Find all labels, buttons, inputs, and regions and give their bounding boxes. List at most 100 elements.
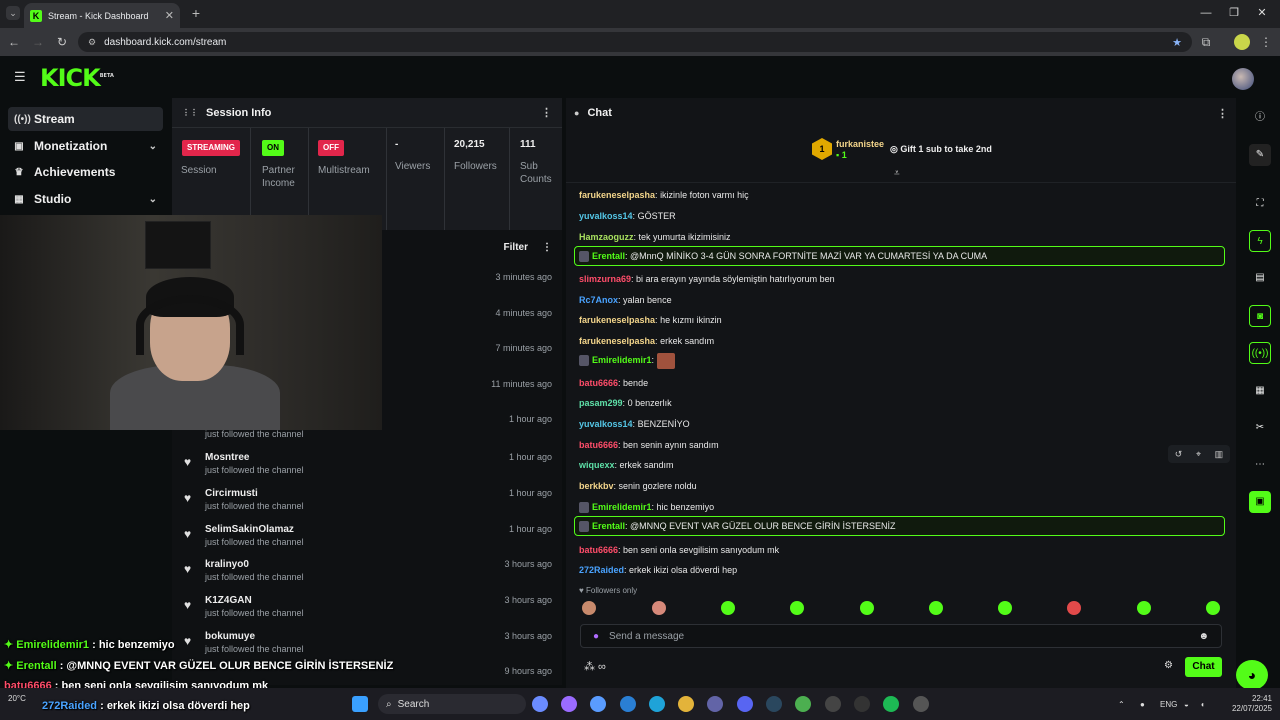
chrome-icon[interactable] (795, 696, 811, 712)
edge-icon[interactable] (649, 696, 665, 712)
chat-username[interactable]: farukeneselpasha (579, 190, 655, 200)
chat-message[interactable]: Erentall: @MNNQ EVENT VAR GÜZEL OLUR BEN… (574, 516, 1225, 536)
pinned-user[interactable]: furkanistee (836, 139, 884, 149)
edit-pencil-icon[interactable]: ✎ (1249, 144, 1271, 166)
chat-message[interactable]: slimzurna69: bi ara erayın yayında söyle… (579, 270, 1224, 288)
feed-row[interactable]: ♥ K1Z4GAN just followed the channel 3 ho… (184, 593, 554, 627)
clock[interactable]: 22:41 22/07/2025 (1226, 694, 1272, 714)
chat-username[interactable]: batu6666 (579, 378, 618, 388)
browser-tab[interactable]: K Stream - Kick Dashboard ✕ (24, 3, 180, 28)
info-icon[interactable]: ⓘ (1249, 107, 1271, 129)
reply-icon[interactable]: ↺ (1175, 449, 1183, 460)
weather-widget[interactable]: 20°C (8, 694, 42, 714)
url-field[interactable]: ⚙ dashboard.kick.com/stream ★ (78, 32, 1192, 52)
discord-icon[interactable] (737, 696, 753, 712)
forward-icon[interactable]: → (30, 34, 46, 50)
chat-username[interactable]: berkkbv (579, 481, 614, 491)
chat-username[interactable]: batu6666 (579, 545, 618, 555)
emote-button[interactable] (1206, 601, 1220, 615)
clapper-icon[interactable]: ▣ (1249, 491, 1271, 513)
chat-username[interactable]: Erentall (592, 521, 625, 531)
teams-icon[interactable] (707, 696, 723, 712)
feed-row[interactable]: ♥ Mosntree just followed the channel 1 h… (184, 450, 554, 484)
user-avatar[interactable] (1232, 68, 1254, 90)
chat-message[interactable]: farukeneselpasha: ikizinle foton varmı h… (579, 186, 1224, 204)
site-info-icon[interactable]: ⚙ (88, 37, 96, 48)
nav-item-monetization[interactable]: ▣ Monetization ⌄ (8, 134, 163, 158)
chat-input-field[interactable]: ● Send a message ☻ (580, 624, 1222, 648)
close-window-icon[interactable]: ✕ (1250, 5, 1274, 21)
tray-chevron-icon[interactable]: ⌃ (1118, 700, 1125, 709)
spotify-icon[interactable] (883, 696, 899, 712)
chat-settings-loop-icon[interactable]: ⁂ ∞ (584, 660, 606, 673)
lightning-icon[interactable]: ϟ (1249, 230, 1271, 252)
new-tab-icon[interactable]: + (188, 5, 204, 21)
chat-message[interactable]: Emirelidemir1: hic benzemiyo (579, 498, 1224, 516)
chat-message[interactable]: Rc7Anox: yalan bence (579, 291, 1224, 309)
collapse-pinned-icon[interactable]: ⩡ (894, 168, 900, 179)
settings-gear-icon[interactable]: ⚙ (1164, 660, 1173, 671)
bookmark-star-icon[interactable]: ★ (1172, 36, 1182, 49)
emote-button[interactable] (790, 601, 804, 615)
chat-username[interactable]: farukeneselpasha (579, 336, 655, 346)
feed-row[interactable]: ♥ kralinyo0 just followed the channel 3 … (184, 557, 554, 591)
share-icon[interactable]: ⋯ (1249, 454, 1271, 476)
notes-icon[interactable]: ▤ (1249, 267, 1271, 289)
chat-message[interactable]: pasam299: 0 benzerlık (579, 394, 1224, 412)
copilot-icon[interactable] (532, 696, 548, 712)
chat-username[interactable]: Hamzaoguzz (579, 232, 634, 242)
emote-button[interactable] (721, 601, 735, 615)
chat-username[interactable]: yuvalkoss14 (579, 211, 633, 221)
chat-username[interactable]: pasam299 (579, 398, 623, 408)
close-tab-icon[interactable]: ✕ (165, 9, 174, 22)
chat-message[interactable]: Hamzaoguzz: tek yumurta ikizimisiniz (579, 228, 1224, 246)
nav-item-stream[interactable]: ((•)) Stream (8, 107, 163, 131)
delete-icon[interactable]: ▥ (1215, 449, 1224, 460)
file-explorer-icon[interactable] (678, 696, 694, 712)
chat-message[interactable]: batu6666: ben senin aynın sandım (579, 436, 1224, 454)
hamburger-menu-icon[interactable]: ☰ (14, 70, 28, 84)
chat-message[interactable]: farukeneselpasha: erkek sandım (579, 332, 1224, 350)
nav-item-studio[interactable]: ▦ Studio ⌄ (8, 187, 163, 211)
chat-icon[interactable]: ◙ (1249, 305, 1271, 327)
chat-username[interactable]: batu6666 (579, 440, 618, 450)
feed-menu-icon[interactable]: ⋮ (542, 242, 552, 253)
kick-logo[interactable]: KICKBETA (40, 64, 114, 92)
emote-button[interactable] (582, 601, 596, 615)
chat-message[interactable]: farukeneselpasha: he kızmı ikinzin (579, 311, 1224, 329)
nav-item-achievements[interactable]: ♛ Achievements (8, 160, 163, 184)
drag-handle-icon[interactable]: ⋮⋮ (182, 108, 198, 117)
feed-row[interactable]: ♥ Circirmusti just followed the channel … (184, 486, 554, 520)
browser-menu-icon[interactable]: ⋮ (1258, 34, 1274, 50)
chat-username[interactable]: Rc7Anox (579, 295, 618, 305)
chat-username[interactable]: wiquexx (579, 460, 615, 470)
chat-menu-icon[interactable]: ⋮ (1217, 107, 1228, 120)
extensions-icon[interactable]: ⧉ (1198, 34, 1214, 50)
emote-button[interactable] (652, 601, 666, 615)
emote-button[interactable] (1067, 601, 1081, 615)
chat-message[interactable]: 272Raided: erkek ikizi olsa döverdi hep (579, 561, 1224, 579)
chat-message[interactable]: batu6666: ben seni onla sevgilisim sanıy… (579, 541, 1224, 559)
chat-message[interactable]: Erentall: @MnnQ MİNİKO 3-4 GÜN SONRA FOR… (574, 246, 1225, 266)
obs-icon[interactable] (913, 696, 929, 712)
minimize-icon[interactable]: — (1194, 5, 1218, 21)
session-menu-icon[interactable]: ⋮ (541, 106, 552, 119)
pin-icon[interactable]: ⌖ (1196, 449, 1201, 460)
chat-message[interactable]: wiquexx: erkek sandım (579, 456, 1224, 474)
chat-username[interactable]: Emirelidemir1 (592, 502, 652, 512)
filter-button[interactable]: Filter (504, 242, 528, 253)
send-chat-button[interactable]: Chat (1185, 657, 1222, 677)
feed-row[interactable]: ♥ bokumuye just followed the channel 3 h… (184, 629, 554, 663)
layout-icon[interactable]: ▦ (1249, 380, 1271, 402)
chat-message[interactable]: batu6666: bende (579, 374, 1224, 392)
windows-start-icon[interactable] (352, 696, 368, 712)
broadcast-status-icon[interactable]: ((•)) (1249, 342, 1271, 364)
microphone-tray-icon[interactable]: ● (1140, 700, 1145, 709)
language-indicator[interactable]: ENG (1160, 700, 1177, 709)
epic-icon[interactable] (854, 696, 870, 712)
outlook-icon[interactable] (620, 696, 636, 712)
fullscreen-icon[interactable]: ⛶ (1249, 193, 1271, 215)
steam-icon[interactable] (766, 696, 782, 712)
chat-username[interactable]: 272Raided (579, 565, 624, 575)
chat-username[interactable]: slimzurna69 (579, 274, 631, 284)
